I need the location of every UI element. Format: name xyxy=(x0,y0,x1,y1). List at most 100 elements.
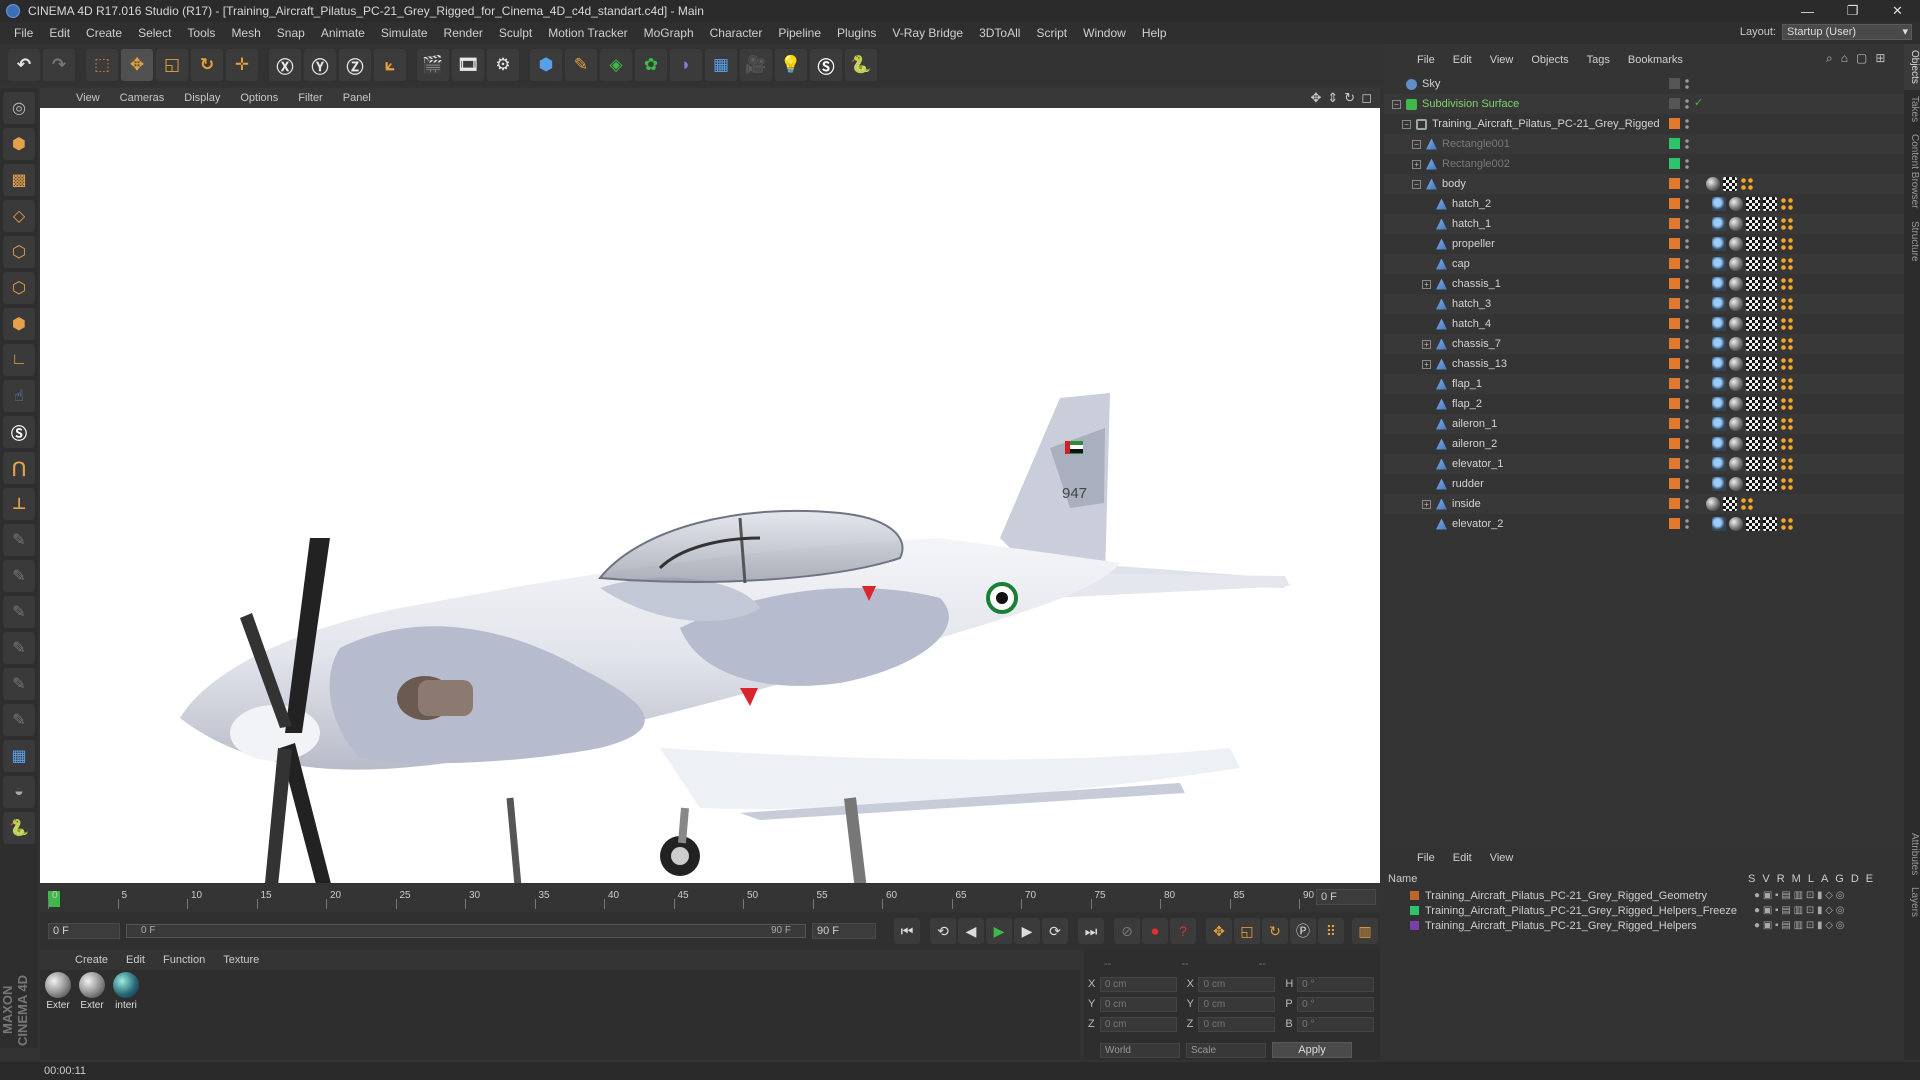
key-scale-icon[interactable]: ◱ xyxy=(1234,918,1260,944)
material-tag-icon[interactable] xyxy=(1729,277,1743,291)
texture-tag-icon[interactable] xyxy=(1746,237,1760,251)
dock-tab-takes[interactable]: Takes xyxy=(1904,90,1920,128)
layer-color-icon[interactable] xyxy=(1669,398,1680,409)
layer-toggle-icons[interactable]: ● ▣ ▪ ▤ ▥ ⊡ ▮ ◇ ◎ xyxy=(1754,890,1844,901)
array-mograph-icon[interactable]: ✿ xyxy=(635,49,667,81)
object-row[interactable]: cap xyxy=(1384,254,1904,274)
layer-color-swatch[interactable] xyxy=(1410,891,1419,900)
object-row[interactable]: rudder xyxy=(1384,474,1904,494)
y-axis-lock-icon[interactable]: Ⓨ xyxy=(304,49,336,81)
phong-tag-icon[interactable] xyxy=(1712,257,1726,271)
menu-script[interactable]: Script xyxy=(1028,26,1075,40)
phong-tag-icon[interactable] xyxy=(1712,237,1726,251)
layer-color-icon[interactable] xyxy=(1669,238,1680,249)
world-dropdown[interactable]: World xyxy=(1100,1042,1180,1058)
orbit-icon[interactable]: ↻ xyxy=(1344,90,1355,106)
material-tag-icon[interactable] xyxy=(1729,417,1743,431)
visibility-dots-icon[interactable] xyxy=(1684,258,1690,269)
expand-toggle-icon[interactable]: + xyxy=(1422,499,1431,509)
layer-color-icon[interactable] xyxy=(1669,198,1680,209)
next-frame-icon[interactable]: ▶ xyxy=(1014,918,1040,944)
material-tag-icon[interactable] xyxy=(1729,217,1743,231)
edges-mode-icon[interactable]: ⬡ xyxy=(3,272,35,304)
phong-tag-icon[interactable] xyxy=(1712,217,1726,231)
menu-motion-tracker[interactable]: Motion Tracker xyxy=(540,26,635,40)
key-rotation-icon[interactable]: ↻ xyxy=(1262,918,1288,944)
python-script-icon[interactable]: 🐍 xyxy=(845,49,877,81)
floor-scene-icon[interactable]: ▦ xyxy=(705,49,737,81)
visibility-dots-icon[interactable] xyxy=(1684,118,1690,129)
layer-menu-edit[interactable]: Edit xyxy=(1444,852,1481,864)
layer-color-icon[interactable] xyxy=(1669,178,1680,189)
object-menu-edit[interactable]: Edit xyxy=(1444,54,1481,66)
object-row[interactable]: hatch_1 xyxy=(1384,214,1904,234)
texture-tag-icon[interactable] xyxy=(1746,437,1760,451)
visibility-dots-icon[interactable] xyxy=(1684,418,1690,429)
selection-tag-icon[interactable] xyxy=(1780,197,1794,211)
menu-pipeline[interactable]: Pipeline xyxy=(770,26,829,40)
material-tag-icon[interactable] xyxy=(1729,377,1743,391)
layer-menu-view[interactable]: View xyxy=(1481,852,1523,864)
material-tag-icon[interactable] xyxy=(1706,177,1720,191)
z-axis-lock-icon[interactable]: Ⓩ xyxy=(339,49,371,81)
object-row[interactable]: elevator_2 xyxy=(1384,514,1904,534)
layer-color-icon[interactable] xyxy=(1669,418,1680,429)
coord-value-field[interactable]: 0 cm xyxy=(1099,976,1177,992)
menu-edit[interactable]: Edit xyxy=(41,26,78,40)
material-tag-icon[interactable] xyxy=(1729,297,1743,311)
visibility-dots-icon[interactable] xyxy=(1684,518,1690,529)
material-tag-icon[interactable] xyxy=(1729,257,1743,271)
object-row[interactable]: hatch_2 xyxy=(1384,194,1904,214)
menu-3dtoall[interactable]: 3DToAll xyxy=(971,26,1028,40)
make-editable-icon[interactable]: ◎ xyxy=(3,92,35,124)
deform-tool-icon[interactable]: ◒ xyxy=(3,776,35,808)
layer-color-icon[interactable] xyxy=(1669,358,1680,369)
phong-tag-icon[interactable] xyxy=(1712,517,1726,531)
layer-color-icon[interactable] xyxy=(1669,118,1680,129)
layer-color-icon[interactable] xyxy=(1669,158,1680,169)
range-slider[interactable]: 0 F 90 F xyxy=(126,924,806,938)
texture-tag-icon[interactable] xyxy=(1746,457,1760,471)
material-menu-create[interactable]: Create xyxy=(66,954,117,966)
object-row[interactable]: Sky xyxy=(1384,74,1904,94)
menu-mesh[interactable]: Mesh xyxy=(223,26,268,40)
expand-toggle-icon[interactable]: − xyxy=(1392,99,1401,109)
material-tag-icon[interactable] xyxy=(1729,437,1743,451)
python-icon[interactable]: 🐍 xyxy=(3,812,35,844)
object-row[interactable]: + chassis_13 xyxy=(1384,354,1904,374)
viewport-menu-options[interactable]: Options xyxy=(230,92,288,104)
menu-character[interactable]: Character xyxy=(702,26,771,40)
rotate-tool-icon[interactable]: ↻ xyxy=(191,49,223,81)
key-parameter-icon[interactable]: Ⓟ xyxy=(1290,918,1316,944)
polygons-mode-icon[interactable]: ⬢ xyxy=(3,308,35,340)
texture-tag-icon[interactable] xyxy=(1746,317,1760,331)
dock-tab-structure[interactable]: Structure xyxy=(1904,215,1920,268)
selection-tag-icon[interactable] xyxy=(1780,337,1794,351)
coordinate-system-icon[interactable]: ⟀ xyxy=(374,49,406,81)
x-axis-lock-icon[interactable]: Ⓧ xyxy=(269,49,301,81)
material-item[interactable]: Exter xyxy=(78,972,106,1011)
visibility-dots-icon[interactable] xyxy=(1684,318,1690,329)
visibility-dots-icon[interactable] xyxy=(1684,498,1690,509)
layer-color-icon[interactable] xyxy=(1669,98,1680,109)
visibility-dots-icon[interactable] xyxy=(1684,138,1690,149)
layer-color-icon[interactable] xyxy=(1669,298,1680,309)
dock-tab-objects[interactable]: Objects xyxy=(1904,44,1920,90)
coord-value-field[interactable]: 0 ° xyxy=(1297,976,1375,992)
material-tag-icon[interactable] xyxy=(1729,317,1743,331)
selection-tag-icon[interactable] xyxy=(1780,357,1794,371)
snapping-icon[interactable]: Ⓢ xyxy=(3,416,35,448)
selection-tag-icon[interactable] xyxy=(1780,257,1794,271)
coord-value-field[interactable]: 0 cm xyxy=(1099,1016,1177,1032)
layer-color-icon[interactable] xyxy=(1669,338,1680,349)
visibility-dots-icon[interactable] xyxy=(1684,378,1690,389)
coord-value-field[interactable]: 0 cm xyxy=(1198,976,1276,992)
visibility-dots-icon[interactable] xyxy=(1684,358,1690,369)
object-row[interactable]: − Training_Aircraft_Pilatus_PC-21_Grey_Ri… xyxy=(1384,114,1904,134)
selection-tag-icon[interactable] xyxy=(1780,297,1794,311)
menu-v-ray-bridge[interactable]: V-Ray Bridge xyxy=(884,26,971,40)
texture-tag-icon[interactable] xyxy=(1763,397,1777,411)
menu-create[interactable]: Create xyxy=(78,26,130,40)
autokeying-icon[interactable]: ? xyxy=(1170,918,1196,944)
object-menu-tags[interactable]: Tags xyxy=(1578,54,1619,66)
